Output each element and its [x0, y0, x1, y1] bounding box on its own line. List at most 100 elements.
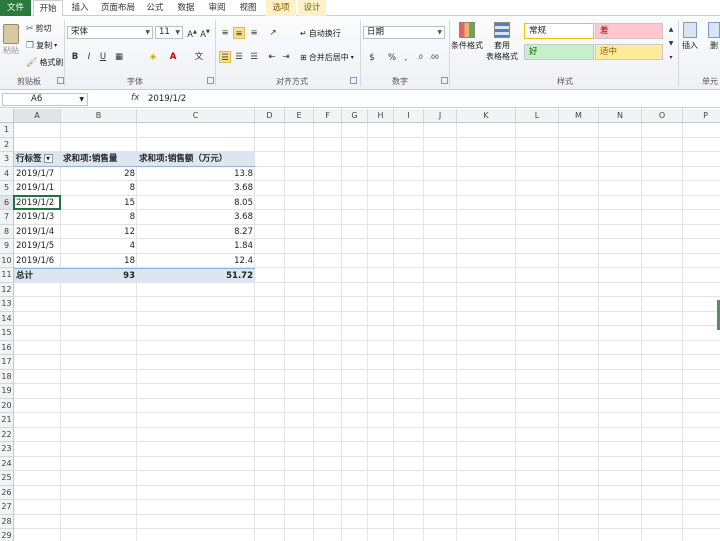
tab-page-layout[interactable]: 页面布局	[97, 0, 139, 16]
shrink-font-icon[interactable]: A▼	[199, 26, 211, 40]
column-header-b[interactable]: B	[61, 109, 137, 123]
style-good[interactable]: 好	[524, 44, 594, 60]
font-color-icon[interactable]: A	[167, 51, 179, 63]
pivot-sum-quantity-header[interactable]: 求和项:销售量	[61, 152, 137, 167]
tab-data[interactable]: 数据	[172, 0, 200, 16]
pivot-grand-total-quantity[interactable]: 93	[61, 268, 137, 283]
clipboard-launcher-icon[interactable]	[57, 77, 64, 84]
tab-formulas[interactable]: 公式	[141, 0, 169, 16]
pivot-quantity-value[interactable]: 12	[61, 225, 137, 240]
percent-icon[interactable]: %	[386, 52, 398, 64]
row-header-29[interactable]: 29	[0, 529, 14, 541]
row-header-3[interactable]: 3	[0, 152, 14, 167]
row-header-26[interactable]: 26	[0, 485, 14, 500]
styles-scroll-up-icon[interactable]: ▲	[665, 24, 677, 36]
alignment-launcher-icon[interactable]	[350, 77, 357, 84]
row-header-4[interactable]: 4	[0, 166, 14, 181]
row-header-16[interactable]: 16	[0, 340, 14, 355]
pivot-sales-value[interactable]: 8.27	[137, 225, 255, 240]
orientation-icon[interactable]: ↗	[267, 27, 279, 39]
font-launcher-icon[interactable]	[207, 77, 214, 84]
conditional-format-button[interactable]: 条件格式	[451, 22, 483, 51]
column-header-d[interactable]: D	[255, 109, 285, 123]
grow-font-icon[interactable]: A▲	[186, 26, 198, 40]
pivot-quantity-value[interactable]: 8	[61, 181, 137, 196]
row-header-24[interactable]: 24	[0, 456, 14, 471]
underline-button[interactable]: U	[97, 51, 109, 63]
row-header-14[interactable]: 14	[0, 311, 14, 326]
bold-button[interactable]: B	[69, 51, 81, 63]
pivot-row-label[interactable]: 2019/1/1	[14, 181, 61, 196]
pivot-quantity-value[interactable]: 15	[61, 196, 137, 211]
column-header-i[interactable]: I	[394, 109, 424, 123]
row-header-28[interactable]: 28	[0, 514, 14, 529]
pivot-row-label[interactable]: 2019/1/2	[14, 196, 61, 211]
delete-cells-button[interactable]: 删	[708, 22, 720, 51]
pivot-sales-value[interactable]: 13.8	[137, 167, 255, 182]
column-header-k[interactable]: K	[457, 109, 516, 123]
column-header-g[interactable]: G	[342, 109, 368, 123]
row-header-17[interactable]: 17	[0, 355, 14, 370]
row-header-19[interactable]: 19	[0, 384, 14, 399]
row-header-15[interactable]: 15	[0, 326, 14, 341]
filter-dropdown-icon[interactable]: ▼	[43, 154, 53, 163]
tab-insert[interactable]: 插入	[66, 0, 94, 16]
column-header-m[interactable]: M	[559, 109, 599, 123]
number-format-select[interactable]: 日期 ▼	[363, 26, 445, 39]
row-header-23[interactable]: 23	[0, 442, 14, 457]
row-header-7[interactable]: 7	[0, 210, 14, 225]
align-center-icon[interactable]: ☰	[233, 51, 245, 63]
pivot-sales-value[interactable]: 3.68	[137, 210, 255, 225]
row-header-20[interactable]: 20	[0, 398, 14, 413]
column-header-n[interactable]: N	[599, 109, 642, 123]
align-middle-icon[interactable]: ≡	[233, 27, 245, 39]
row-header-27[interactable]: 27	[0, 500, 14, 515]
italic-button[interactable]: I	[83, 51, 95, 63]
row-header-21[interactable]: 21	[0, 413, 14, 428]
formula-input[interactable]: 2019/1/2	[148, 93, 186, 105]
row-header-13[interactable]: 13	[0, 297, 14, 312]
row-header-12[interactable]: 12	[0, 282, 14, 297]
font-name-select[interactable]: 宋体 ▼	[67, 26, 153, 39]
column-header-j[interactable]: J	[424, 109, 457, 123]
column-header-l[interactable]: L	[516, 109, 559, 123]
pivot-row-labels-header[interactable]: 行标签 ▼	[14, 152, 61, 167]
tab-file[interactable]: 文件	[0, 0, 31, 16]
column-header-o[interactable]: O	[642, 109, 683, 123]
style-normal[interactable]: 常规	[524, 23, 594, 39]
pivot-sum-sales-header[interactable]: 求和项:销售额（万元）	[137, 152, 255, 167]
style-neutral[interactable]: 适中	[595, 44, 663, 60]
row-header-25[interactable]: 25	[0, 471, 14, 486]
pivot-row-label[interactable]: 2019/1/5	[14, 239, 61, 254]
pivot-quantity-value[interactable]: 28	[61, 167, 137, 182]
format-as-table-button[interactable]: 套用 表格格式	[486, 22, 518, 62]
row-header-18[interactable]: 18	[0, 369, 14, 384]
styles-scroll-down-icon[interactable]: ▼	[665, 38, 677, 50]
border-icon[interactable]: ▦	[113, 51, 125, 63]
increase-indent-icon[interactable]: ⇥	[280, 51, 292, 63]
decrease-indent-icon[interactable]: ⇤	[266, 51, 278, 63]
pivot-grand-total-sales[interactable]: 51.72	[137, 268, 255, 283]
align-left-icon[interactable]: ☰	[219, 51, 231, 63]
styles-more-icon[interactable]: ▾	[665, 52, 677, 64]
number-launcher-icon[interactable]	[441, 77, 448, 84]
pivot-sales-value[interactable]: 1.84	[137, 239, 255, 254]
tab-review[interactable]: 审阅	[203, 0, 231, 16]
fill-color-icon[interactable]: ◈	[147, 51, 159, 63]
merge-center-button[interactable]: ⊞ 合并后居中 ▾	[300, 52, 354, 63]
row-header-5[interactable]: 5	[0, 181, 14, 196]
pivot-row-label[interactable]: 2019/1/7	[14, 167, 61, 182]
column-header-a[interactable]: A	[14, 109, 61, 123]
insert-cells-button[interactable]: 插入	[682, 22, 698, 51]
tab-pivot-options[interactable]: 选项	[266, 0, 296, 16]
pivot-sales-value[interactable]: 8.05	[137, 196, 255, 211]
row-header-6[interactable]: 6	[0, 195, 14, 210]
pivot-sales-value[interactable]: 12.4	[137, 254, 255, 269]
row-header-11[interactable]: 11	[0, 268, 14, 283]
column-header-f[interactable]: F	[314, 109, 342, 123]
column-header-p[interactable]: P	[683, 109, 720, 123]
tab-view[interactable]: 视图	[234, 0, 262, 16]
column-header-e[interactable]: E	[285, 109, 314, 123]
align-bottom-icon[interactable]: ≡	[248, 27, 260, 39]
row-header-8[interactable]: 8	[0, 224, 14, 239]
